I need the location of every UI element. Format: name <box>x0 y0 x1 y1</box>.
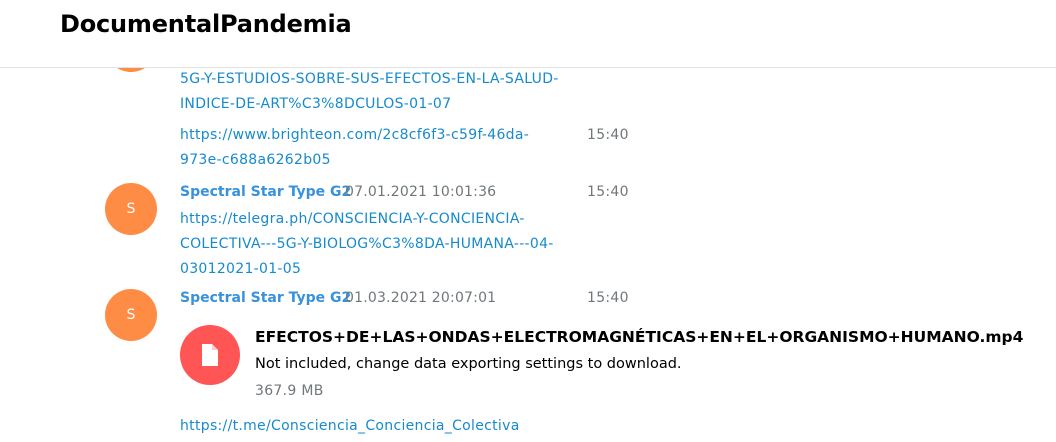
message-time: 15:40 <box>587 184 629 200</box>
page-title: DocumentalPandemia <box>60 10 352 38</box>
message-link[interactable]: https://telegra.ph/CONSCIENCIA-Y-CONCIEN… <box>180 207 554 282</box>
message-time: 15:40 <box>587 290 629 306</box>
message-time: 15:40 <box>587 127 629 143</box>
message-link[interactable]: https://www.brighteon.com/2c8cf6f3-c59f-… <box>180 123 529 173</box>
link-line: 03012021-01-05 <box>180 261 302 277</box>
avatar: S <box>105 183 157 235</box>
avatar-initial: S <box>126 307 136 323</box>
file-icon[interactable] <box>180 325 240 385</box>
sender-name: Spectral Star Type G2 <box>180 184 352 200</box>
link-line: https://www.brighteon.com/2c8cf6f3-c59f-… <box>180 127 530 143</box>
file-size: 367.9 MB <box>255 383 324 399</box>
message-link[interactable]: 5G-Y-ESTUDIOS-SOBRE-SUS-EFECTOS-EN-LA-SA… <box>180 67 559 117</box>
sender-name: Spectral Star Type G2 <box>180 290 352 306</box>
document-icon <box>202 344 218 366</box>
page-header: DocumentalPandemia <box>0 0 1056 68</box>
file-status-note: Not included, change data exporting sett… <box>255 356 682 372</box>
link-line: 973e-c688a6262b05 <box>180 152 331 168</box>
link-line: INDICE-DE-ART%C3%8DCULOS-01-07 <box>180 96 452 112</box>
message-date: 07.01.2021 10:01:36 <box>345 184 497 200</box>
link-line: 5G-Y-ESTUDIOS-SOBRE-SUS-EFECTOS-EN-LA-SA… <box>180 71 559 87</box>
message-link[interactable]: https://t.me/Consciencia_Conciencia_Cole… <box>180 414 520 439</box>
link-line: https://telegra.ph/CONSCIENCIA-Y-CONCIEN… <box>180 211 525 227</box>
message-date: 01.03.2021 20:07:01 <box>345 290 497 306</box>
avatar-initial: S <box>126 201 136 217</box>
link-line: COLECTIVA---5G-Y-BIOLOG%C3%8DA-HUMANA---… <box>180 236 554 252</box>
file-name: EFECTOS+DE+LAS+ONDAS+ELECTROMAGNÉTICAS+E… <box>255 328 1024 346</box>
avatar: S <box>105 289 157 341</box>
